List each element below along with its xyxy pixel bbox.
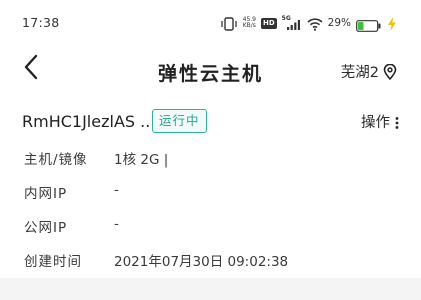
vibrate-icon: [220, 16, 238, 31]
instance-name: RmHC1JlezlAS ...: [22, 112, 156, 131]
detail-value: 1核 2G |: [114, 152, 169, 168]
wifi-icon: [307, 16, 323, 31]
charging-bolt-icon: [387, 16, 397, 31]
detail-label: 公网IP: [24, 220, 68, 236]
detail-label: 创建时间: [24, 254, 82, 270]
battery-percent: 29%: [327, 17, 351, 29]
detail-value: -: [114, 182, 119, 198]
cell-signal-icon: 5G: [282, 15, 302, 30]
back-button[interactable]: [16, 54, 46, 84]
instance-details: 主机/镜像 1核 2G | 内网IP - 公网IP - 创建时间 2021年07…: [0, 138, 421, 274]
location-pin-icon: [383, 63, 397, 80]
more-vertical-icon: [395, 115, 399, 129]
status-icons: 45.9 KB/s HD 5G 29%: [220, 14, 397, 32]
detail-value: -: [114, 216, 119, 232]
network-speed: 45.9 KB/s: [243, 17, 256, 29]
region-selector[interactable]: 芜湖2: [341, 61, 397, 82]
region-label: 芜湖2: [340, 65, 379, 81]
detail-row-private-ip: 内网IP -: [0, 172, 421, 206]
chevron-left-icon: [23, 54, 39, 84]
status-time: 17:38: [22, 15, 60, 30]
section-divider: [0, 278, 421, 300]
instance-header: RmHC1JlezlAS ... 运行中 操作: [0, 104, 421, 138]
screen: 17:38 45.9 KB/s HD 5G 29% 弹性云主机 芜湖2 RmHC…: [0, 0, 421, 300]
battery-icon: [356, 17, 382, 32]
detail-row-host-image: 主机/镜像 1核 2G |: [0, 138, 421, 172]
detail-row-public-ip: 公网IP -: [0, 206, 421, 240]
status-badge: 运行中: [152, 109, 207, 133]
detail-row-created-time: 创建时间 2021年07月30日 09:02:38: [0, 240, 421, 274]
nav-header: 弹性云主机 芜湖2: [0, 46, 421, 98]
detail-label: 主机/镜像: [24, 152, 88, 168]
hd-icon: HD: [260, 17, 277, 29]
detail-label: 内网IP: [24, 186, 68, 202]
detail-value: 2021年07月30日 09:02:38: [114, 254, 289, 270]
status-bar: 17:38 45.9 KB/s HD 5G 29%: [0, 0, 421, 46]
actions-menu-button[interactable]: 操作: [361, 111, 399, 132]
network-speed-unit: KB/s: [242, 22, 256, 29]
actions-label: 操作: [361, 115, 390, 131]
